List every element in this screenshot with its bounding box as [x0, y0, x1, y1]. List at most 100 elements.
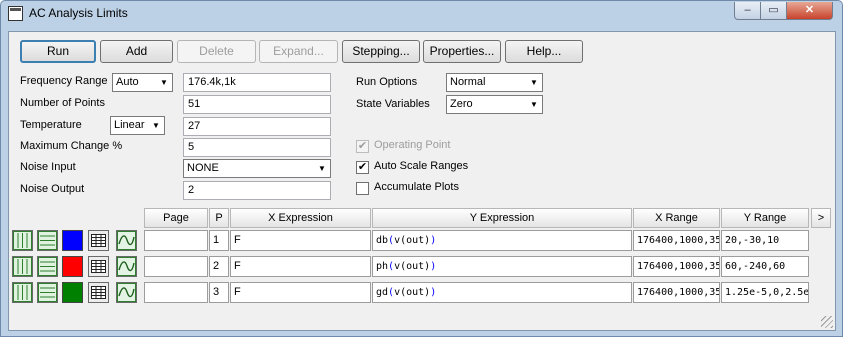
- column-header-x-range[interactable]: X Range: [633, 208, 720, 228]
- table-icon: [91, 234, 106, 247]
- x-range-cell[interactable]: 176400,1000,350: [633, 256, 720, 277]
- state-variables-label: State Variables: [356, 98, 430, 110]
- temperature-input[interactable]: 27: [183, 117, 331, 136]
- column-header-y-expression[interactable]: Y Expression: [372, 208, 632, 228]
- window-title: AC Analysis Limits: [29, 6, 128, 20]
- ac-analysis-limits-window: AC Analysis Limits ‒ ▭ ✕ Run Add Delete …: [0, 0, 843, 337]
- state-variables-value: Zero: [450, 98, 473, 110]
- x-expression-cell[interactable]: F: [230, 282, 371, 303]
- plot-style-horizontal-bars-button[interactable]: [37, 256, 58, 277]
- run-options-select[interactable]: Normal ▼: [446, 73, 543, 92]
- resize-grip-icon[interactable]: [821, 316, 833, 328]
- plot-number-cell[interactable]: 2: [209, 256, 229, 277]
- run-options-value: Normal: [450, 76, 486, 88]
- close-paren: ): [430, 235, 437, 246]
- table-icon: [91, 260, 106, 273]
- close-button[interactable]: ✕: [786, 2, 833, 20]
- y-expression-cell[interactable]: db(v(out)): [372, 230, 632, 251]
- curve-color-swatch[interactable]: [62, 230, 83, 251]
- add-button[interactable]: Add: [100, 40, 173, 63]
- plot-style-vertical-bars-button[interactable]: [12, 230, 33, 251]
- stepping-button[interactable]: Stepping...: [342, 40, 420, 63]
- waveform-options-button[interactable]: [116, 256, 137, 277]
- noise-input-select[interactable]: NONE ▼: [183, 159, 331, 178]
- title-bar[interactable]: AC Analysis Limits ‒ ▭ ✕: [1, 1, 842, 27]
- maximum-change-input[interactable]: 5: [183, 138, 331, 157]
- x-range-cell[interactable]: 176400,1000,350: [633, 230, 720, 251]
- y-range-cell[interactable]: 1.25e-5,0,2.5e-6: [721, 282, 809, 303]
- page-cell[interactable]: [144, 256, 208, 277]
- minimize-button[interactable]: ‒: [734, 2, 761, 20]
- curve-color-swatch[interactable]: [62, 256, 83, 277]
- column-header-y-range[interactable]: Y Range: [721, 208, 809, 228]
- vertical-bars-icon: [13, 257, 32, 276]
- plot-style-vertical-bars-button[interactable]: [12, 256, 33, 277]
- y-range-cell[interactable]: 20,-30,10: [721, 230, 809, 251]
- plot-number-cell[interactable]: 1: [209, 230, 229, 251]
- horizontal-bars-icon: [38, 283, 57, 302]
- y-expression-function: ph: [376, 261, 389, 272]
- noise-input-value: NONE: [187, 162, 219, 174]
- run-button[interactable]: Run: [20, 40, 96, 63]
- waveform-icon: [117, 257, 136, 276]
- temperature-mode-select[interactable]: Linear ▼: [110, 116, 165, 135]
- accumulate-plots-label: Accumulate Plots: [374, 181, 459, 193]
- y-expression-argument: v(out): [394, 235, 431, 246]
- delete-button[interactable]: Delete: [177, 40, 256, 63]
- numeric-output-button[interactable]: [88, 230, 109, 251]
- properties-button[interactable]: Properties...: [423, 40, 501, 63]
- number-of-points-label: Number of Points: [20, 97, 105, 109]
- vertical-bars-icon: [13, 283, 32, 302]
- waveform-icon: [117, 231, 136, 250]
- frequency-range-mode-select[interactable]: Auto ▼: [112, 73, 173, 92]
- run-options-label: Run Options: [356, 76, 418, 88]
- numeric-output-button[interactable]: [88, 256, 109, 277]
- plot-style-horizontal-bars-button[interactable]: [37, 230, 58, 251]
- curve-color-swatch[interactable]: [62, 282, 83, 303]
- waveform-options-button[interactable]: [116, 230, 137, 251]
- page-cell[interactable]: [144, 230, 208, 251]
- number-of-points-input[interactable]: 51: [183, 95, 331, 114]
- waveform-icon: [117, 283, 136, 302]
- y-range-cell[interactable]: 60,-240,60: [721, 256, 809, 277]
- maximize-button[interactable]: ▭: [760, 2, 787, 20]
- page-cell[interactable]: [144, 282, 208, 303]
- plot-style-vertical-bars-button[interactable]: [12, 282, 33, 303]
- numeric-output-button[interactable]: [88, 282, 109, 303]
- state-variables-select[interactable]: Zero ▼: [446, 95, 543, 114]
- operating-point-label: Operating Point: [374, 139, 451, 151]
- waveform-options-button[interactable]: [116, 282, 137, 303]
- x-expression-cell[interactable]: F: [230, 256, 371, 277]
- checkmark-icon: ✔: [356, 140, 369, 153]
- column-header-p[interactable]: P: [209, 208, 229, 228]
- auto-scale-ranges-checkbox[interactable]: ✔ Auto Scale Ranges: [356, 160, 516, 174]
- checkmark-icon: ✔: [356, 161, 369, 174]
- temperature-label: Temperature: [20, 119, 82, 131]
- y-expression-function: db: [376, 235, 389, 246]
- accumulate-plots-checkbox[interactable]: Accumulate Plots: [356, 181, 516, 195]
- y-expression-argument: v(out): [394, 261, 431, 272]
- plot-style-horizontal-bars-button[interactable]: [37, 282, 58, 303]
- frequency-range-input[interactable]: 176.4k,1k: [183, 73, 331, 92]
- scroll-columns-right-button[interactable]: >: [811, 208, 831, 228]
- noise-output-input[interactable]: 2: [183, 181, 331, 200]
- y-expression-cell[interactable]: gd(v(out)): [372, 282, 632, 303]
- operating-point-checkbox[interactable]: ✔ Operating Point: [356, 139, 516, 153]
- y-expression-cell[interactable]: ph(v(out)): [372, 256, 632, 277]
- column-header-page[interactable]: Page: [144, 208, 208, 228]
- noise-input-label: Noise Input: [20, 161, 76, 173]
- chevron-down-icon: ▼: [160, 78, 168, 87]
- expand-button[interactable]: Expand...: [259, 40, 338, 63]
- y-expression-argument: v(out): [394, 287, 431, 298]
- column-header-x-expression[interactable]: X Expression: [230, 208, 371, 228]
- plot-number-cell[interactable]: 3: [209, 282, 229, 303]
- help-button[interactable]: Help...: [505, 40, 583, 63]
- chevron-down-icon: ▼: [530, 100, 538, 109]
- frequency-range-mode-value: Auto: [116, 76, 139, 88]
- noise-output-label: Noise Output: [20, 183, 85, 195]
- auto-scale-ranges-label: Auto Scale Ranges: [374, 160, 469, 172]
- horizontal-bars-icon: [38, 231, 57, 250]
- dialog-body: Run Add Delete Expand... Stepping... Pro…: [8, 31, 836, 331]
- x-expression-cell[interactable]: F: [230, 230, 371, 251]
- x-range-cell[interactable]: 176400,1000,350: [633, 282, 720, 303]
